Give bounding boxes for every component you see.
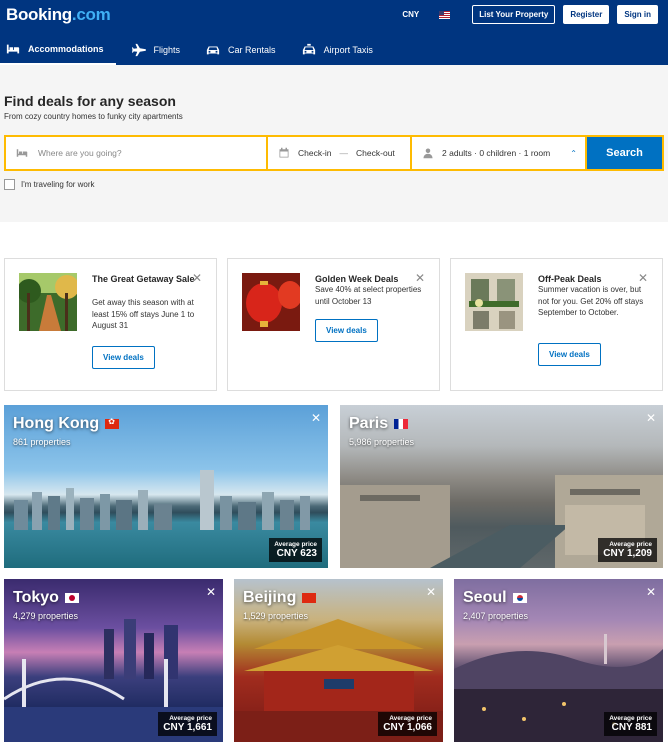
guests-value: 2 adults · 0 children · 1 room <box>442 148 551 158</box>
price-label: Average price <box>609 715 652 722</box>
deal-card: Golden Week Deals Save 40% at select pro… <box>227 258 440 391</box>
destination-name: Tokyo <box>13 589 79 607</box>
list-property-button[interactable]: List Your Property <box>472 5 556 24</box>
property-count: 2,407 properties <box>463 611 529 621</box>
work-travel-checkbox[interactable] <box>4 179 15 190</box>
check-out-label: Check-out <box>356 148 395 158</box>
property-count: 4,279 properties <box>13 611 79 621</box>
close-icon[interactable]: ✕ <box>206 585 216 599</box>
view-deals-button[interactable]: View deals <box>315 319 378 342</box>
us-flag-icon[interactable] <box>439 10 451 19</box>
register-button[interactable]: Register <box>563 5 610 24</box>
lanterns-image <box>242 273 300 331</box>
close-icon[interactable]: ✕ <box>638 271 648 285</box>
view-deals-button[interactable]: View deals <box>538 343 601 366</box>
person-icon <box>423 148 433 159</box>
destination-card-tokyo[interactable]: Tokyo 4,279 properties ✕ Average price C… <box>4 579 223 742</box>
destination-input[interactable]: Where are you going? <box>6 137 266 169</box>
tab-label: Accommodations <box>28 43 104 54</box>
deal-description: Save 40% at select properties until Octo… <box>315 285 422 306</box>
header-actions: CNY List Your Property Register Sign in <box>402 5 658 24</box>
price-label: Average price <box>609 541 652 548</box>
close-icon[interactable]: ✕ <box>415 271 425 285</box>
search-bar: Where are you going? Check-in — Check-ou… <box>4 135 664 171</box>
plane-icon <box>131 43 146 56</box>
tab-car-rentals[interactable]: Car Rentals <box>200 34 286 65</box>
chevron-updown-icon: ⌃ <box>570 148 577 158</box>
hero-subtitle: From cozy country homes to funky city ap… <box>4 112 183 121</box>
tab-label: Flights <box>153 44 181 55</box>
sign-in-button[interactable]: Sign in <box>617 5 658 24</box>
park-path-image <box>19 273 77 331</box>
property-count: 861 properties <box>13 437 71 447</box>
price-label: Average price <box>169 715 212 722</box>
average-price-badge: Average price CNY 623 <box>269 538 322 562</box>
search-button[interactable]: Search <box>587 137 662 169</box>
top-header: Booking.com CNY List Your Property Regis… <box>0 0 668 65</box>
price-value: CNY 1,209 <box>603 548 652 559</box>
skyline-image <box>14 470 310 530</box>
deal-description: Get away this season with at least 15% o… <box>92 298 195 331</box>
search-hero: Find deals for any season From cozy coun… <box>0 65 668 222</box>
tab-airport-taxis[interactable]: Airport Taxis <box>296 34 383 65</box>
bed-icon <box>6 44 20 53</box>
taxi-icon <box>302 43 315 54</box>
price-value: CNY 1,661 <box>163 722 212 733</box>
tab-label: Airport Taxis <box>323 44 373 55</box>
destination-name: Seoul <box>463 589 527 607</box>
close-icon[interactable]: ✕ <box>646 585 656 599</box>
destination-card-paris[interactable]: Paris 5,986 properties ✕ Average price C… <box>340 405 663 568</box>
average-price-badge: Average price CNY 1,661 <box>158 712 217 736</box>
car-icon <box>206 46 220 54</box>
tab-label: Car Rentals <box>228 44 276 55</box>
destination-placeholder: Where are you going? <box>38 148 122 158</box>
check-in-label: Check-in <box>298 148 332 158</box>
deals-row: The Great Getaway Sale Get away this sea… <box>0 222 668 391</box>
date-separator: — <box>339 148 349 158</box>
price-label: Average price <box>389 715 432 722</box>
balcony-flowers-image <box>465 273 523 331</box>
destination-card-seoul[interactable]: Seoul 2,407 properties ✕ Average price C… <box>454 579 663 742</box>
guests-selector[interactable]: 2 adults · 0 children · 1 room ⌃ <box>412 137 585 169</box>
destination-name: Hong Kong <box>13 415 120 433</box>
booking-logo[interactable]: Booking.com <box>6 5 111 25</box>
deal-description: Summer vacation is over, but not for you… <box>538 285 644 318</box>
japan-flag-icon <box>64 593 79 603</box>
average-price-badge: Average price CNY 1,209 <box>598 538 657 562</box>
price-label: Average price <box>274 541 317 548</box>
date-picker[interactable]: Check-in — Check-out <box>268 137 410 169</box>
deal-card: The Great Getaway Sale Get away this sea… <box>4 258 217 391</box>
close-icon[interactable]: ✕ <box>646 411 656 425</box>
view-deals-button[interactable]: View deals <box>92 346 155 369</box>
deal-card: Off-Peak Deals Summer vacation is over, … <box>450 258 663 391</box>
product-nav: Accommodations Flights Car Rentals Airpo… <box>0 34 393 65</box>
destination-name: Paris <box>349 415 409 433</box>
price-value: CNY 881 <box>611 722 652 733</box>
hong-kong-flag-icon <box>105 417 120 429</box>
price-value: CNY 1,066 <box>383 722 432 733</box>
work-travel-label: I'm traveling for work <box>21 180 95 189</box>
destination-name: Beijing <box>243 589 317 607</box>
destination-card-beijing[interactable]: Beijing 1,529 properties ✕ Average price… <box>234 579 443 742</box>
average-price-badge: Average price CNY 1,066 <box>378 712 437 736</box>
destination-card-hong-kong[interactable]: Hong Kong 861 properties ✕ Average price… <box>4 405 328 568</box>
bed-icon <box>16 149 28 157</box>
property-count: 1,529 properties <box>243 611 309 621</box>
deal-title: The Great Getaway Sale <box>92 274 195 284</box>
france-flag-icon <box>394 419 409 429</box>
price-value: CNY 623 <box>276 548 317 559</box>
work-travel-option[interactable]: I'm traveling for work <box>4 179 664 190</box>
tab-accommodations[interactable]: Accommodations <box>0 34 116 65</box>
close-icon[interactable]: ✕ <box>311 411 321 425</box>
currency-selector[interactable]: CNY <box>402 10 419 19</box>
china-flag-icon <box>302 593 317 603</box>
close-icon[interactable]: ✕ <box>426 585 436 599</box>
average-price-badge: Average price CNY 881 <box>604 712 657 736</box>
tab-flights[interactable]: Flights <box>126 34 191 65</box>
korea-flag-icon <box>512 593 527 603</box>
calendar-icon <box>279 147 289 158</box>
close-icon[interactable]: ✕ <box>192 271 202 285</box>
property-count: 5,986 properties <box>349 437 415 447</box>
hero-title: Find deals for any season <box>4 93 176 109</box>
